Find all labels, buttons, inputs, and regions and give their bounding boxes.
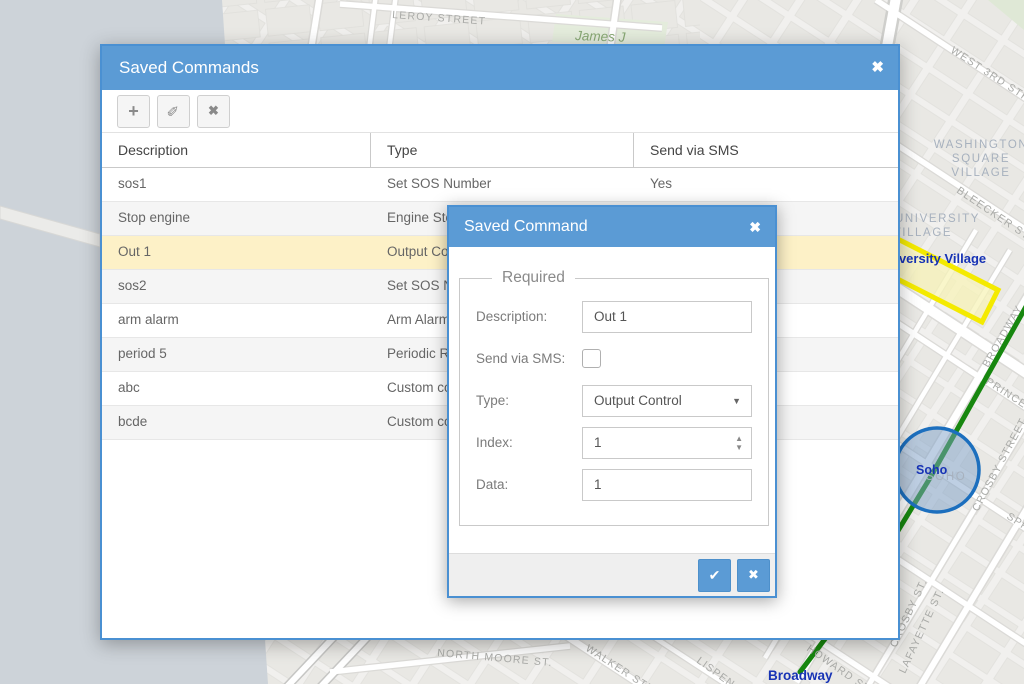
type-select-value: Output Control [594, 393, 682, 408]
delete-command-button[interactable]: ✖ [197, 95, 230, 128]
close-icon[interactable]: ✖ [871, 46, 884, 90]
geofence-label-soho: Soho [916, 463, 948, 477]
cancel-icon: ✖ [748, 567, 759, 583]
index-stepper[interactable]: 1 ▲ ▼ [582, 427, 752, 459]
cell-send-via-sms: Yes [634, 168, 898, 201]
saved-commands-header[interactable]: Saved Commands ✖ [102, 46, 898, 90]
saved-command-header[interactable]: Saved Command ✖ [449, 207, 775, 247]
type-select[interactable]: Output Control ▼ [582, 385, 752, 417]
cell-description: bcde [102, 406, 371, 439]
send-via-sms-label: Send via SMS: [476, 351, 582, 366]
saved-commands-title: Saved Commands [119, 58, 259, 77]
cell-description: Out 1 [102, 236, 371, 269]
stepper-up-icon[interactable]: ▲ [735, 435, 743, 442]
send-via-sms-field-row: Send via SMS: [476, 342, 752, 375]
column-header-type[interactable]: Type [371, 133, 634, 167]
close-icon[interactable]: ✖ [749, 207, 761, 247]
edit-command-button[interactable]: ✎ [157, 95, 190, 128]
delete-icon: ✖ [208, 103, 219, 119]
cell-description: Stop engine [102, 202, 371, 235]
chevron-down-icon: ▼ [732, 396, 741, 406]
type-label: Type: [476, 393, 582, 408]
park-label-james: James J [574, 28, 626, 45]
cancel-button[interactable]: ✖ [737, 559, 770, 592]
description-input[interactable] [582, 301, 752, 333]
pencil-icon: ✎ [164, 105, 182, 118]
place-label-broadway: Broadway [768, 668, 833, 683]
description-field-row: Description: [476, 300, 752, 333]
data-label: Data: [476, 477, 582, 492]
area-label-university-2: VILLAGE [893, 227, 952, 239]
area-label-washington-2: SQUARE [952, 153, 1010, 165]
table-header: Description Type Send via SMS [102, 133, 898, 168]
index-label: Index: [476, 435, 582, 450]
area-label-washington-1: WASHINGTON [934, 139, 1024, 151]
table-row[interactable]: sos1 Set SOS Number Yes [102, 168, 898, 202]
saved-command-title: Saved Command [464, 218, 588, 235]
stepper-arrows: ▲ ▼ [735, 435, 743, 451]
area-label-university-1: UNIVERSITY [895, 213, 980, 225]
stepper-down-icon[interactable]: ▼ [735, 444, 743, 451]
required-legend: Required [492, 269, 575, 287]
cell-description: abc [102, 372, 371, 405]
plus-icon: + [128, 101, 139, 122]
cell-description: arm alarm [102, 304, 371, 337]
required-fieldset: Required Description: Send via SMS: Type… [459, 269, 769, 526]
send-via-sms-checkbox[interactable] [582, 349, 601, 368]
saved-command-dialog: Saved Command ✖ Required Description: Se… [447, 205, 777, 598]
data-input[interactable] [582, 469, 752, 501]
app-screen: LEROY STREET James J WEST 3RD STREET WAS… [0, 0, 1024, 684]
area-label-washington-3: VILLAGE [951, 167, 1010, 179]
confirm-button[interactable]: ✔ [698, 559, 731, 592]
column-header-description[interactable]: Description [102, 133, 371, 167]
cell-description: sos2 [102, 270, 371, 303]
index-field-row: Index: 1 ▲ ▼ [476, 426, 752, 459]
saved-command-footer: ✔ ✖ [449, 553, 775, 596]
saved-commands-toolbar: + ✎ ✖ [102, 90, 898, 133]
index-stepper-value: 1 [594, 435, 602, 450]
type-field-row: Type: Output Control ▼ [476, 384, 752, 417]
column-header-send-via-sms[interactable]: Send via SMS [634, 133, 898, 167]
add-command-button[interactable]: + [117, 95, 150, 128]
cell-type: Set SOS Number [371, 168, 634, 201]
data-field-row: Data: [476, 468, 752, 501]
check-icon: ✔ [709, 567, 721, 584]
cell-description: period 5 [102, 338, 371, 371]
cell-description: sos1 [102, 168, 371, 201]
description-label: Description: [476, 309, 582, 324]
